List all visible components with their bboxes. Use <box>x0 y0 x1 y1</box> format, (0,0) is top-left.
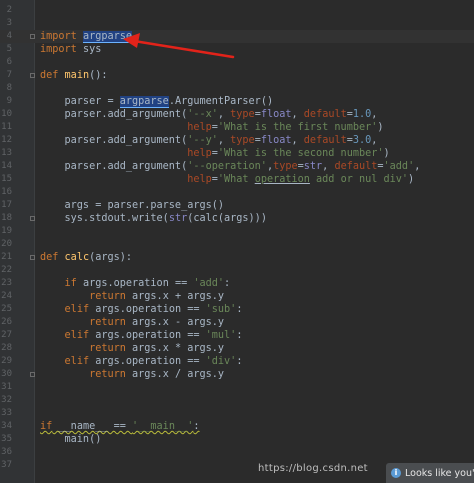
watermark-text: https://blog.csdn.net <box>258 463 368 474</box>
arrow-shaft <box>132 39 235 59</box>
notification-balloon[interactable]: i Looks like you're <box>386 463 474 483</box>
info-icon: i <box>391 468 401 478</box>
notification-text: Looks like you're <box>405 467 474 479</box>
red-arrow-annotation <box>123 33 235 59</box>
arrow-head-icon <box>123 33 140 48</box>
code-editor[interactable]: 2 3 4 import argparse 5 import sys 6 7 def main(… <box>0 0 474 483</box>
